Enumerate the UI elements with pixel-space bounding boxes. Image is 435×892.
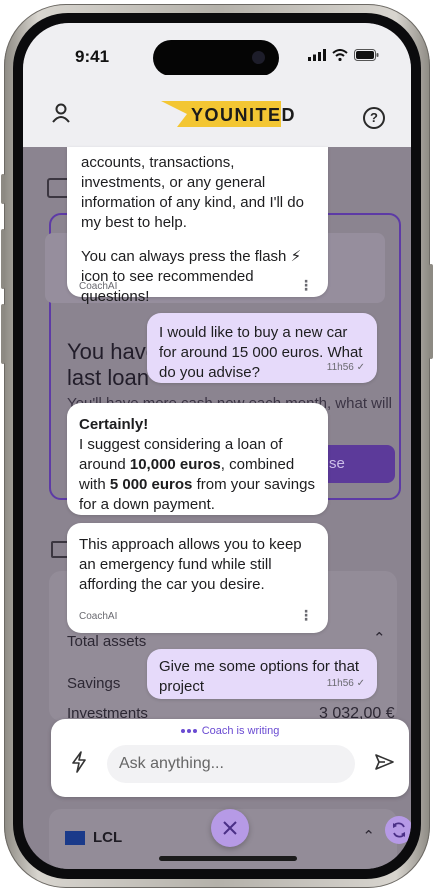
typing-indicator: Coach is writing	[51, 725, 409, 737]
power-button	[429, 264, 433, 359]
typing-dot	[192, 729, 197, 734]
refresh-icon	[392, 822, 406, 838]
send-icon[interactable]	[373, 753, 395, 771]
app-screen: 9:41 YOUNITED ? You have f last loan wha…	[23, 23, 411, 869]
status-bar: 9:41	[23, 23, 411, 76]
message-timestamp: 11h56 ✓	[326, 362, 365, 373]
volume-up-button	[1, 229, 5, 289]
volume-down-button	[1, 304, 5, 364]
more-options-icon[interactable]: ⋮	[299, 605, 313, 625]
typing-dot	[180, 729, 185, 734]
status-time: 9:41	[75, 47, 110, 66]
battery-icon	[354, 49, 379, 61]
close-icon	[223, 821, 237, 835]
bot-message-heading: Certainly!	[79, 416, 149, 433]
bot-message: Certainly! I suggest considering a loan …	[67, 403, 328, 515]
message-timestamp: 11h56 ✓	[326, 678, 365, 689]
savings-label: Savings	[67, 675, 121, 692]
promo-button: se	[321, 445, 395, 483]
home-indicator	[159, 856, 297, 861]
sender-label: CoachAI	[79, 281, 118, 292]
camera-icon	[252, 51, 265, 64]
bot-message-text: I suggest considering a loan of around 1…	[79, 436, 315, 513]
chat-input[interactable]	[107, 745, 355, 783]
mute-switch	[1, 174, 5, 204]
refresh-button[interactable]	[385, 816, 411, 844]
close-chat-button[interactable]	[211, 809, 249, 847]
signal-icon	[308, 49, 326, 61]
typing-dot	[186, 729, 191, 734]
bot-message-text: accounts, transactions, investments, or …	[81, 154, 304, 231]
bot-message: accounts, transactions, investments, or …	[67, 147, 328, 305]
chevron-up-icon: ⌃	[362, 828, 375, 845]
chevron-up-icon: ⌃	[373, 630, 386, 647]
bank-name: LCL	[93, 829, 123, 846]
bot-message: This approach allows you to keep an emer…	[67, 523, 328, 633]
assets-title: Total assets	[67, 633, 147, 650]
user-message: Give me some options for that project 11…	[147, 649, 377, 699]
phone-bezel: 9:41 YOUNITED ? You have f last loan wha…	[13, 13, 421, 879]
more-options-icon[interactable]: ⋮	[299, 275, 313, 295]
sender-label: CoachAI	[79, 611, 118, 622]
app-header: YOUNITED ?	[23, 75, 411, 147]
brand-logo: YOUNITED	[191, 105, 297, 125]
status-icons	[308, 49, 379, 61]
bank-logo	[65, 831, 85, 845]
chat-composer: Coach is writing	[51, 719, 409, 797]
user-message: I would like to buy a new car for around…	[147, 313, 377, 383]
dynamic-island	[153, 40, 279, 76]
user-profile-icon[interactable]	[51, 103, 71, 123]
help-icon[interactable]: ?	[363, 107, 385, 129]
flash-icon[interactable]	[71, 751, 87, 773]
wifi-icon	[332, 49, 348, 61]
bot-message-text: This approach allows you to keep an emer…	[79, 536, 302, 593]
phone-frame: 9:41 YOUNITED ? You have f last loan wha…	[1, 4, 433, 888]
